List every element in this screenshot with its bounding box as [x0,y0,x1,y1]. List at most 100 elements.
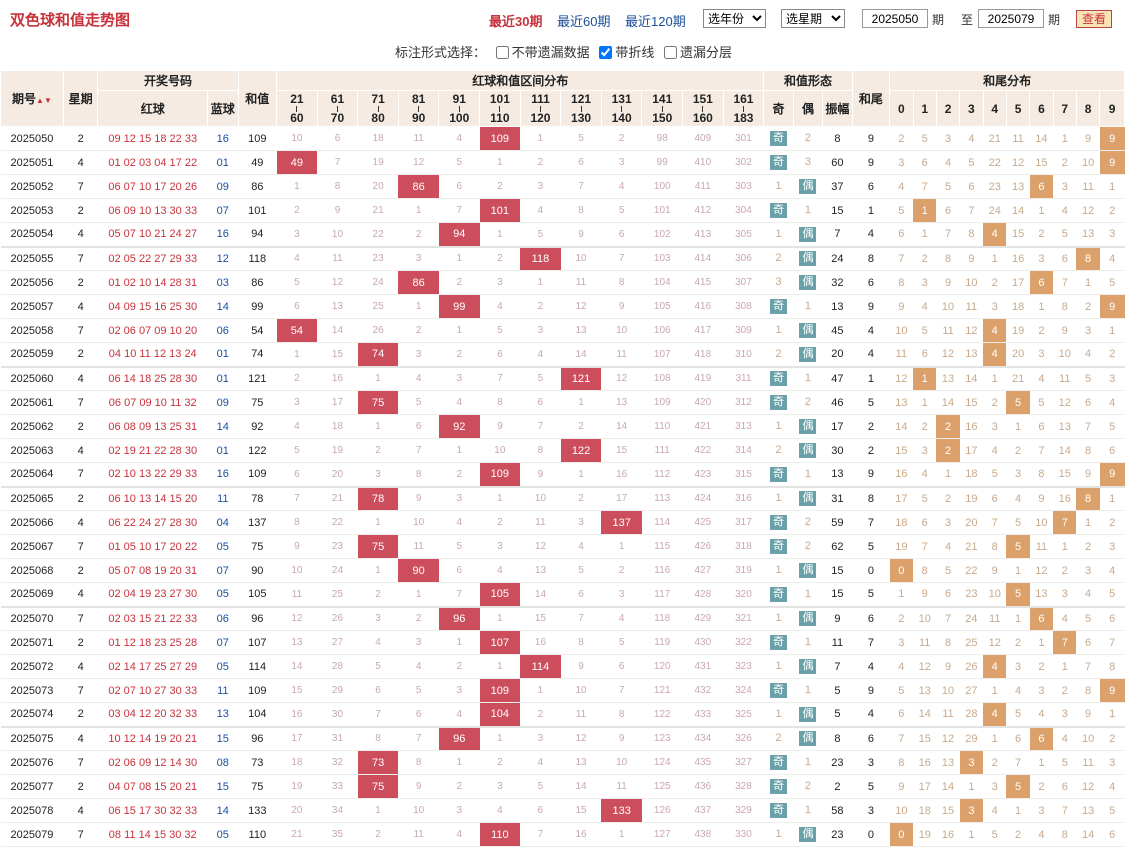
dist-omit-cell: 6 [479,342,521,367]
week-cell: 7 [63,678,98,703]
dist-omit-cell: 10 [520,485,561,511]
week-cell: 4 [63,798,98,823]
dist-omit-cell: 1 [479,222,521,247]
dist-omit-cell: 12 [317,270,358,295]
range-60-link[interactable]: 最近60期 [557,11,610,30]
layer-checkbox[interactable] [663,46,677,59]
amp-cell: 2 [822,774,853,799]
dist-omit-cell: 9 [560,222,602,247]
dist-omit-cell: 12 [560,294,602,319]
tail-omit-cell: 11 [889,342,914,367]
query-button[interactable]: 查看 [1076,10,1112,28]
red-balls-cell: 05 07 08 19 20 31 [97,558,208,583]
dist-omit-cell: 6 [398,702,439,727]
dist-omit-cell: 11 [276,582,318,607]
tail-omit-cell: 5 [1099,798,1125,823]
tail-omit-cell: 14 [913,702,937,727]
sum-cell: 105 [238,582,277,607]
table-row: 2025055 7 02 05 22 27 29 33 12 118 4 11 23 3 1 2 11… [0,245,1125,271]
range-high: 150 [652,111,673,125]
even-cell: 偶 [793,174,823,199]
dist-hit-cell: 107 [479,630,521,655]
tail-omit-cell: 2 [1053,150,1077,175]
sum-cell: 96 [238,725,277,751]
tail-omit-cell: 3 [889,150,914,175]
tail-omit-cell: 2 [1006,438,1030,463]
issue-header[interactable]: 期号▲▼ [0,70,64,127]
year-select[interactable]: 选年份 [703,9,766,28]
dist-omit-cell: 4 [276,414,318,439]
option-layer[interactable]: 遗漏分层 [663,38,732,68]
issue-cell: 2025069 [0,582,64,607]
tail-omit-cell: 22 [983,150,1007,175]
dist-omit-cell: 100 [641,174,683,199]
table-row: 2025059 2 04 10 11 12 13 24 01 74 1 15 74 3 2 6 4 14… [0,342,1125,367]
no-omit-checkbox[interactable] [495,46,509,59]
week-select[interactable]: 选星期 [781,9,845,28]
odd-cell: 1 [763,702,794,727]
tail-omit-cell: 12 [983,630,1007,655]
dist-omit-cell: 125 [641,774,683,799]
red-balls-cell: 04 07 08 15 20 21 [97,774,208,799]
odd-cell: 奇 [763,198,794,223]
dist-omit-cell: 2 [276,365,318,391]
tail-omit-cell: 5 [913,485,937,511]
even-mark: 偶 [799,251,817,267]
tail-cell: 7 [852,510,890,535]
tail-cell: 5 [852,582,890,607]
option-no-omit[interactable]: 不带遗漏数据 [495,38,590,68]
tail-omit-cell: 3 [983,774,1007,799]
tail-omit-cell: 4 [1099,774,1125,799]
tail-omit-cell: 9 [936,654,960,679]
dist-omit-cell: 8 [357,725,399,751]
dist-omit-cell: 107 [641,342,683,367]
dist-omit-cell: 1 [398,198,439,223]
range-120-link[interactable]: 最近120期 [625,11,686,30]
dist-omit-cell: 10 [398,798,439,823]
dist-omit-cell: 16 [520,630,561,655]
with-line-checkbox[interactable] [599,46,613,59]
table-row: 2025072 4 02 14 17 25 27 29 05 114 14 28 5 4 2 1 11… [0,654,1125,679]
top-bar: 双色球和值走势图 最近30期 最近60期 最近120期 选年份 选星期 期 至 … [0,0,1127,38]
dist-omit-cell: 6 [357,678,399,703]
sort-icon[interactable]: ▲▼ [36,96,52,105]
week-cell: 2 [63,414,98,439]
range-high: 140 [611,111,632,125]
blue-ball-cell: 04 [207,510,239,535]
even-mark: 偶 [799,419,817,434]
dist-omit-cell: 4 [520,198,561,223]
even-cell: 偶 [793,822,823,847]
dist-omit-cell: 9 [601,294,642,319]
even-omit: 1 [804,684,812,696]
range-high: 80 [371,111,385,125]
amp-cell: 13 [822,294,853,319]
dist-omit-cell: 311 [723,365,764,391]
range-30-link[interactable]: 最近30期 [489,11,542,30]
issue-unit-label-2: 期 [1048,13,1061,27]
from-issue-input[interactable] [862,9,928,28]
tail-cell: 8 [852,485,890,511]
tail-omit-cell: 1 [1029,750,1054,775]
to-issue-input[interactable] [978,9,1044,28]
range-header-6: 111 120 [519,90,562,127]
red-balls-cell: 04 10 11 12 13 24 [97,342,208,367]
tail-omit-cell: 7 [1029,438,1054,463]
dist-omit-cell: 418 [682,342,724,367]
sum-cell: 54 [238,318,277,343]
issue-cell: 2025070 [0,605,64,631]
tail-omit-cell: 7 [1053,798,1077,823]
dist-omit-cell: 9 [398,485,439,511]
option-with-line[interactable]: 带折线 [599,38,654,68]
range-low: 111 [531,92,550,106]
odd-omit: 1 [775,707,782,720]
even-mark: 偶 [799,275,817,290]
issue-header-label: 期号 [12,92,37,106]
dist-omit-cell: 119 [641,630,683,655]
odd-cell: 奇 [763,150,794,175]
range-high: 130 [571,111,592,125]
week-cell: 4 [63,725,98,751]
dist-omit-cell: 9 [520,462,561,487]
dist-omit-cell: 33 [317,774,358,799]
dist-hit-cell: 74 [357,342,399,367]
tail-omit-cell: 24 [959,605,984,631]
